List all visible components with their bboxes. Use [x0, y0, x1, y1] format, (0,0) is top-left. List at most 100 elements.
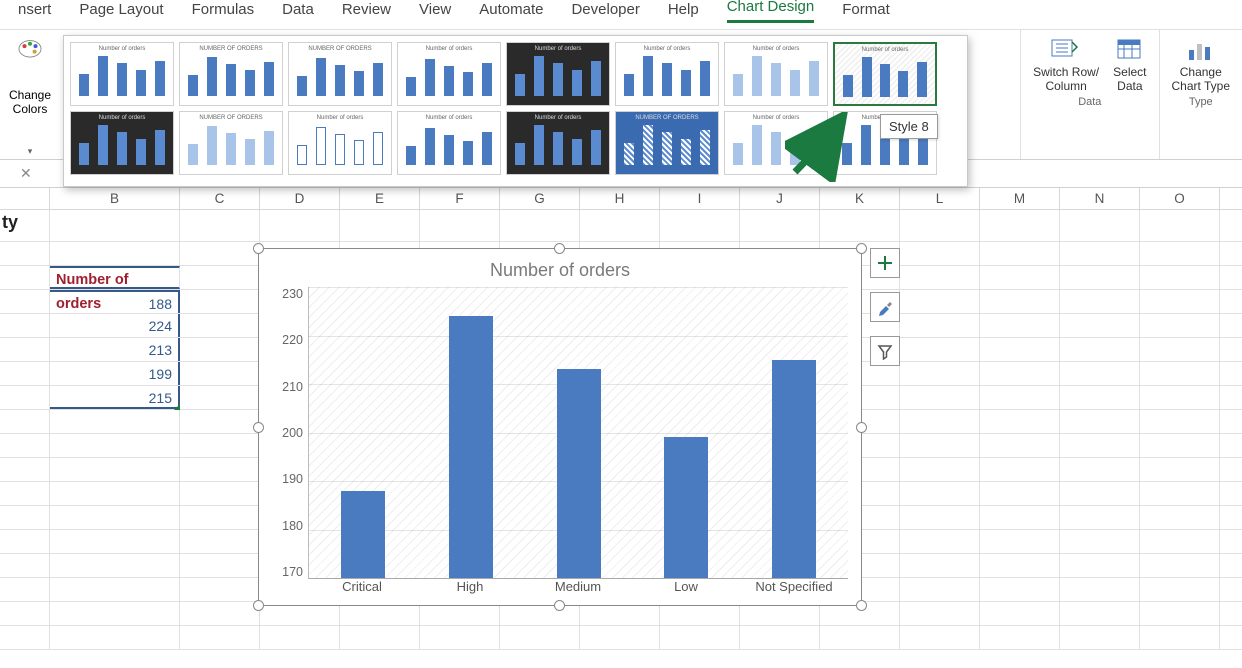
cell[interactable] — [50, 458, 180, 481]
cell[interactable] — [1060, 578, 1140, 601]
col-head-H[interactable]: H — [580, 188, 660, 209]
col-head-M[interactable]: M — [980, 188, 1060, 209]
chart-handle-tl[interactable] — [253, 243, 264, 254]
cell[interactable] — [50, 482, 180, 505]
cell[interactable] — [500, 626, 580, 649]
chart-bar-low[interactable] — [664, 437, 708, 578]
data-cell-b2[interactable]: 188 — [50, 290, 180, 313]
cell[interactable] — [980, 410, 1060, 433]
chart-handle-tc[interactable] — [554, 243, 565, 254]
col-head-B[interactable]: B — [50, 188, 180, 209]
cell[interactable] — [1140, 554, 1220, 577]
cell[interactable] — [980, 578, 1060, 601]
cell[interactable] — [980, 506, 1060, 529]
cell[interactable] — [1140, 506, 1220, 529]
cell[interactable] — [980, 626, 1060, 649]
tab-review[interactable]: Review — [342, 1, 391, 23]
cell[interactable] — [180, 266, 260, 289]
cell[interactable] — [50, 434, 180, 457]
cell[interactable] — [340, 626, 420, 649]
cell[interactable] — [50, 578, 180, 601]
cell[interactable] — [1140, 602, 1220, 625]
cell[interactable] — [900, 530, 980, 553]
cell[interactable] — [660, 626, 740, 649]
selection-corner-handle[interactable] — [174, 404, 180, 410]
cell[interactable] — [980, 554, 1060, 577]
cell[interactable] — [420, 210, 500, 241]
cell[interactable] — [1060, 482, 1140, 505]
cell[interactable] — [900, 290, 980, 313]
cell[interactable] — [1060, 602, 1140, 625]
cell[interactable] — [980, 458, 1060, 481]
chart-bar-not-specified[interactable] — [772, 360, 816, 578]
cell[interactable] — [0, 506, 50, 529]
cell[interactable] — [180, 554, 260, 577]
cell[interactable] — [1060, 290, 1140, 313]
cell[interactable] — [900, 458, 980, 481]
cell[interactable] — [180, 530, 260, 553]
cell[interactable] — [1140, 386, 1220, 409]
chart-style-10[interactable]: NUMBER OF ORDERS — [179, 111, 283, 175]
namebox-cancel-icon[interactable]: ✕ — [20, 165, 32, 182]
chart-style-8[interactable]: Number of orders — [833, 42, 937, 106]
chart-style-3[interactable]: NUMBER OF ORDERS — [288, 42, 392, 106]
cell[interactable] — [50, 506, 180, 529]
cell[interactable] — [0, 242, 50, 265]
col-head-O[interactable]: O — [1140, 188, 1220, 209]
cell[interactable] — [180, 506, 260, 529]
cell[interactable] — [980, 482, 1060, 505]
cell[interactable] — [0, 266, 50, 289]
data-cell-b6[interactable]: 215 — [50, 386, 180, 409]
cell[interactable] — [1060, 530, 1140, 553]
tab-view[interactable]: View — [419, 1, 451, 23]
chart-style-1[interactable]: Number of orders — [70, 42, 174, 106]
data-cell-b5[interactable]: 199 — [50, 362, 180, 385]
cell[interactable] — [180, 242, 260, 265]
cell[interactable] — [180, 482, 260, 505]
select-data-button[interactable]: Select Data — [1113, 36, 1146, 94]
cell[interactable] — [1140, 410, 1220, 433]
chart-container[interactable]: Number of orders 230220210200190180170 C… — [258, 248, 862, 606]
data-cell-b3[interactable]: 224 — [50, 314, 180, 337]
col-head-N[interactable]: N — [1060, 188, 1140, 209]
cell[interactable] — [0, 362, 50, 385]
cell[interactable] — [980, 314, 1060, 337]
tab-help[interactable]: Help — [668, 1, 699, 23]
cell[interactable] — [900, 506, 980, 529]
cell[interactable] — [980, 434, 1060, 457]
cell[interactable] — [980, 266, 1060, 289]
cell[interactable] — [1140, 482, 1220, 505]
cell[interactable] — [0, 578, 50, 601]
col-head-C[interactable]: C — [180, 188, 260, 209]
cell[interactable] — [1060, 210, 1140, 241]
cell[interactable] — [1060, 434, 1140, 457]
col-head-D[interactable]: D — [260, 188, 340, 209]
col-head-I[interactable]: I — [660, 188, 740, 209]
cell[interactable] — [900, 210, 980, 241]
cell[interactable] — [0, 338, 50, 361]
cell[interactable] — [0, 530, 50, 553]
cell[interactable] — [420, 626, 500, 649]
cell[interactable] — [900, 554, 980, 577]
cell[interactable] — [980, 338, 1060, 361]
col-head-F[interactable]: F — [420, 188, 500, 209]
cell[interactable] — [180, 626, 260, 649]
cell[interactable] — [900, 626, 980, 649]
cell[interactable] — [0, 410, 50, 433]
cell[interactable] — [0, 626, 50, 649]
chart-handle-br[interactable] — [856, 600, 867, 611]
chart-filter-button[interactable] — [870, 336, 900, 366]
cell[interactable] — [900, 434, 980, 457]
cell[interactable] — [580, 626, 660, 649]
cell[interactable] — [580, 210, 660, 241]
cell[interactable] — [1140, 314, 1220, 337]
cell[interactable] — [900, 338, 980, 361]
cell[interactable] — [50, 554, 180, 577]
cell[interactable] — [1140, 266, 1220, 289]
cell[interactable] — [740, 626, 820, 649]
chart-elements-button[interactable] — [870, 248, 900, 278]
cell[interactable] — [820, 210, 900, 241]
cell[interactable] — [1060, 458, 1140, 481]
cell[interactable] — [180, 602, 260, 625]
cell[interactable] — [900, 386, 980, 409]
